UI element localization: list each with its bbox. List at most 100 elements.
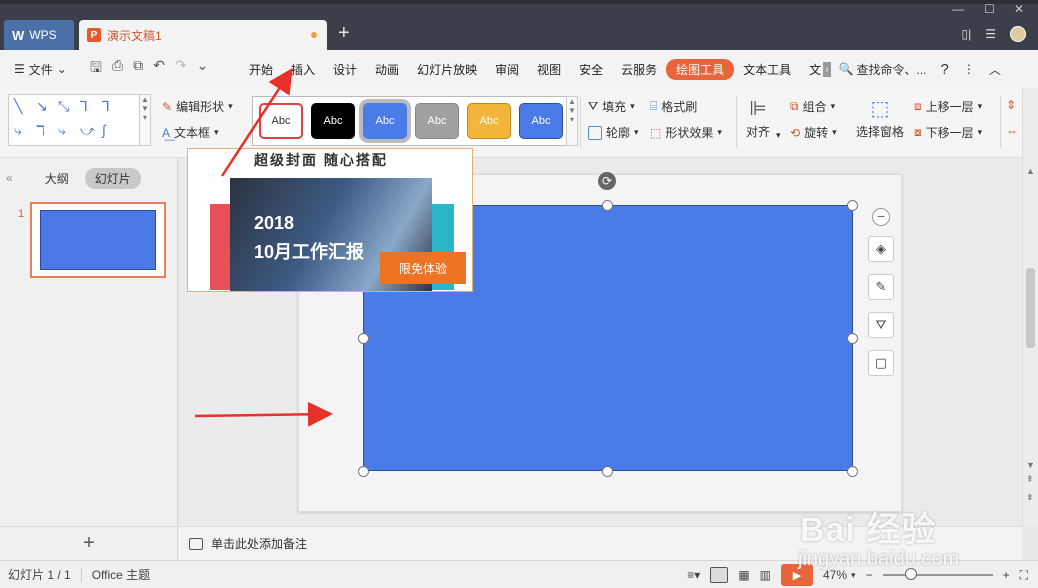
command-search[interactable]: 🔍 查找命令、... xyxy=(839,61,927,78)
menu-item-security[interactable]: 安全 xyxy=(570,61,612,78)
shape-style-orange[interactable]: Abc xyxy=(467,103,511,139)
rotate-handle-icon[interactable]: ⟳ xyxy=(598,172,616,190)
avatar[interactable] xyxy=(1010,26,1026,42)
resize-handle-right[interactable] xyxy=(847,333,858,344)
shape-gallery[interactable]: ╲ ↘ ⤡ ⅂ ⅂ ⤷ ℸ ⤷ ⤻ ∫ xyxy=(8,94,144,146)
theme-name[interactable]: Office 主题 xyxy=(92,566,150,583)
status-left: 幻灯片 1 / 1 Office 主题 xyxy=(0,566,150,583)
menu-item-view[interactable]: 视图 xyxy=(528,61,570,78)
menu-item-drawing-tools[interactable]: 绘图工具 xyxy=(666,58,735,80)
resize-handle-left[interactable] xyxy=(358,333,369,344)
outline-label: 轮廓 xyxy=(606,126,631,140)
outline-frame-icon[interactable]: ▢ xyxy=(868,350,894,376)
elbow-connector-icon[interactable]: ⅂ xyxy=(80,98,102,118)
wps-home-tab[interactable]: W WPS xyxy=(4,20,74,50)
curved-connector-icon[interactable]: ℸ xyxy=(36,122,58,142)
scroll-down-icon[interactable]: ▼ xyxy=(1026,460,1035,470)
menu-item-insert[interactable]: 插入 xyxy=(282,61,324,78)
elbow-double-arrow-icon[interactable]: ⤷ xyxy=(14,122,36,142)
menu-item-design[interactable]: 设计 xyxy=(324,61,366,78)
resize-handle-bottom[interactable] xyxy=(602,466,613,477)
window-layout-icon[interactable]: ▯| xyxy=(962,27,972,41)
curved-arrow-icon[interactable]: ⤷ xyxy=(58,122,80,142)
elbow-arrow-icon[interactable]: ⅂ xyxy=(102,98,124,118)
menu-item-overflow[interactable]: 文 xyxy=(800,61,823,78)
menu-item-animation[interactable]: 动画 xyxy=(366,61,408,78)
tab-slides[interactable]: 幻灯片 xyxy=(84,167,141,189)
document-tab[interactable]: P 演示文稿1 xyxy=(79,20,327,50)
more-options-icon[interactable]: ⋮ xyxy=(963,62,975,76)
send-backward-button[interactable]: ⧇ 下移一层 ▾ xyxy=(914,124,982,141)
normal-view-icon[interactable] xyxy=(710,567,729,583)
resize-handle-top[interactable] xyxy=(602,200,613,211)
tab-outline[interactable]: 大纲 xyxy=(45,170,69,187)
shape-style-blue[interactable]: Abc xyxy=(519,103,563,139)
new-tab-button[interactable]: + xyxy=(338,22,350,45)
chevron-down-icon: ▾ xyxy=(630,101,635,111)
menu-item-home[interactable]: 开始 xyxy=(240,61,282,78)
save-icon[interactable]: 🖫 xyxy=(90,57,102,81)
add-slide-button[interactable]: + xyxy=(0,526,178,560)
close-icon[interactable]: ✕ xyxy=(1014,2,1024,16)
template-ad-popup[interactable]: 超级封面 随心搭配 2018 10月工作汇报 限免体验 xyxy=(187,148,473,292)
print-icon[interactable]: ⎙ xyxy=(112,57,123,81)
notes-toggle-icon[interactable]: ≡▾ xyxy=(687,568,700,582)
maximize-icon[interactable]: ☐ xyxy=(984,2,995,16)
slide-thumbnail[interactable] xyxy=(30,202,166,278)
style-gallery-scroll[interactable]: ▲ ▼ ▾ xyxy=(566,96,578,146)
freeform-icon[interactable]: ∫ xyxy=(102,122,124,142)
rotate-button[interactable]: ⟲ 旋转 ▾ xyxy=(790,124,837,141)
resize-handle-bottom-left[interactable] xyxy=(358,466,369,477)
slide-sorter-icon[interactable]: ▦ xyxy=(738,568,749,582)
format-painter-button[interactable]: ⌸ 格式刷 xyxy=(650,98,697,115)
shape-style-black[interactable]: Abc xyxy=(311,103,355,139)
shape-style-white[interactable]: Abc xyxy=(259,103,303,139)
shape-gallery-scroll[interactable]: ▲ ▼ ▾ xyxy=(139,94,151,146)
fill-button[interactable]: ⛛ 填充 ▾ xyxy=(588,98,635,115)
group-button[interactable]: ⧉ 组合 ▾ xyxy=(790,98,835,115)
collapse-ribbon-icon[interactable]: ︿ xyxy=(989,61,1001,78)
selection-pane-button[interactable]: ⬚ 选择窗格 xyxy=(856,96,904,140)
quick-access-toolbar: 🖫 ⎙ ⧉ ↶ ↷ ⌄ xyxy=(90,57,240,81)
account-menu-icon[interactable]: ☰ xyxy=(985,27,996,41)
arrow-line-icon[interactable]: ↘ xyxy=(36,98,58,118)
height-icon[interactable]: ⇕ xyxy=(1006,98,1016,112)
fill-bucket-icon[interactable]: ⛛ xyxy=(868,312,894,338)
resize-handle-top-right[interactable] xyxy=(847,200,858,211)
collapse-tools-icon[interactable]: − xyxy=(872,208,890,226)
layers-icon[interactable]: ◈ xyxy=(868,236,894,262)
line-shape-icon[interactable]: ╲ xyxy=(14,98,36,118)
menu-item-slideshow[interactable]: 幻灯片放映 xyxy=(408,61,486,78)
shape-style-blue-selected[interactable]: Abc xyxy=(363,103,407,139)
help-button[interactable]: ? xyxy=(941,61,949,78)
file-menu[interactable]: ☰ 文件 ⌄ xyxy=(0,61,90,78)
ad-free-trial-button[interactable]: 限免体验 xyxy=(380,252,466,284)
undo-icon[interactable]: ↶ xyxy=(153,57,165,81)
print-preview-icon[interactable]: ⧉ xyxy=(133,57,143,81)
pen-icon[interactable]: ✎ xyxy=(868,274,894,300)
menu-scroll-right-icon[interactable]: › xyxy=(823,61,831,77)
scrollbar-thumb[interactable] xyxy=(1026,268,1035,348)
double-arrow-line-icon[interactable]: ⤡ xyxy=(58,98,80,118)
outline-button[interactable]: 轮廓 ▾ xyxy=(588,124,639,141)
shape-style-gray[interactable]: Abc xyxy=(415,103,459,139)
bring-forward-icon: ⧈ xyxy=(914,99,922,113)
collapse-panel-icon[interactable]: « xyxy=(6,171,13,185)
curved-double-arrow-icon[interactable]: ⤻ xyxy=(80,122,102,142)
reading-view-icon[interactable]: ▥ xyxy=(760,568,771,582)
scroll-up-icon[interactable]: ▲ xyxy=(1026,166,1035,176)
align-button[interactable]: ⊫ 对齐 xyxy=(746,96,770,140)
vertical-scrollbar[interactable]: ▲ ▼ ⇞ ⇟ xyxy=(1022,88,1038,526)
width-icon[interactable]: ⇔ xyxy=(1006,124,1018,138)
shape-effects-button[interactable]: ⬚ 形状效果 ▾ xyxy=(650,124,722,141)
redo-icon[interactable]: ↷ xyxy=(175,57,187,81)
menu-item-review[interactable]: 审阅 xyxy=(486,61,528,78)
customize-icon[interactable]: ⌄ xyxy=(197,57,209,81)
hamburger-icon: ☰ xyxy=(14,62,25,76)
menu-item-cloud[interactable]: 云服务 xyxy=(612,61,666,78)
text-box-button[interactable]: A͟ 文本框 ▾ xyxy=(162,124,219,141)
menu-item-text-tools[interactable]: 文本工具 xyxy=(734,61,800,78)
minimize-icon[interactable]: — xyxy=(952,2,964,16)
bring-forward-button[interactable]: ⧈ 上移一层 ▾ xyxy=(914,98,982,115)
edit-shape-button[interactable]: ✎ 编辑形状 ▾ xyxy=(162,98,233,115)
